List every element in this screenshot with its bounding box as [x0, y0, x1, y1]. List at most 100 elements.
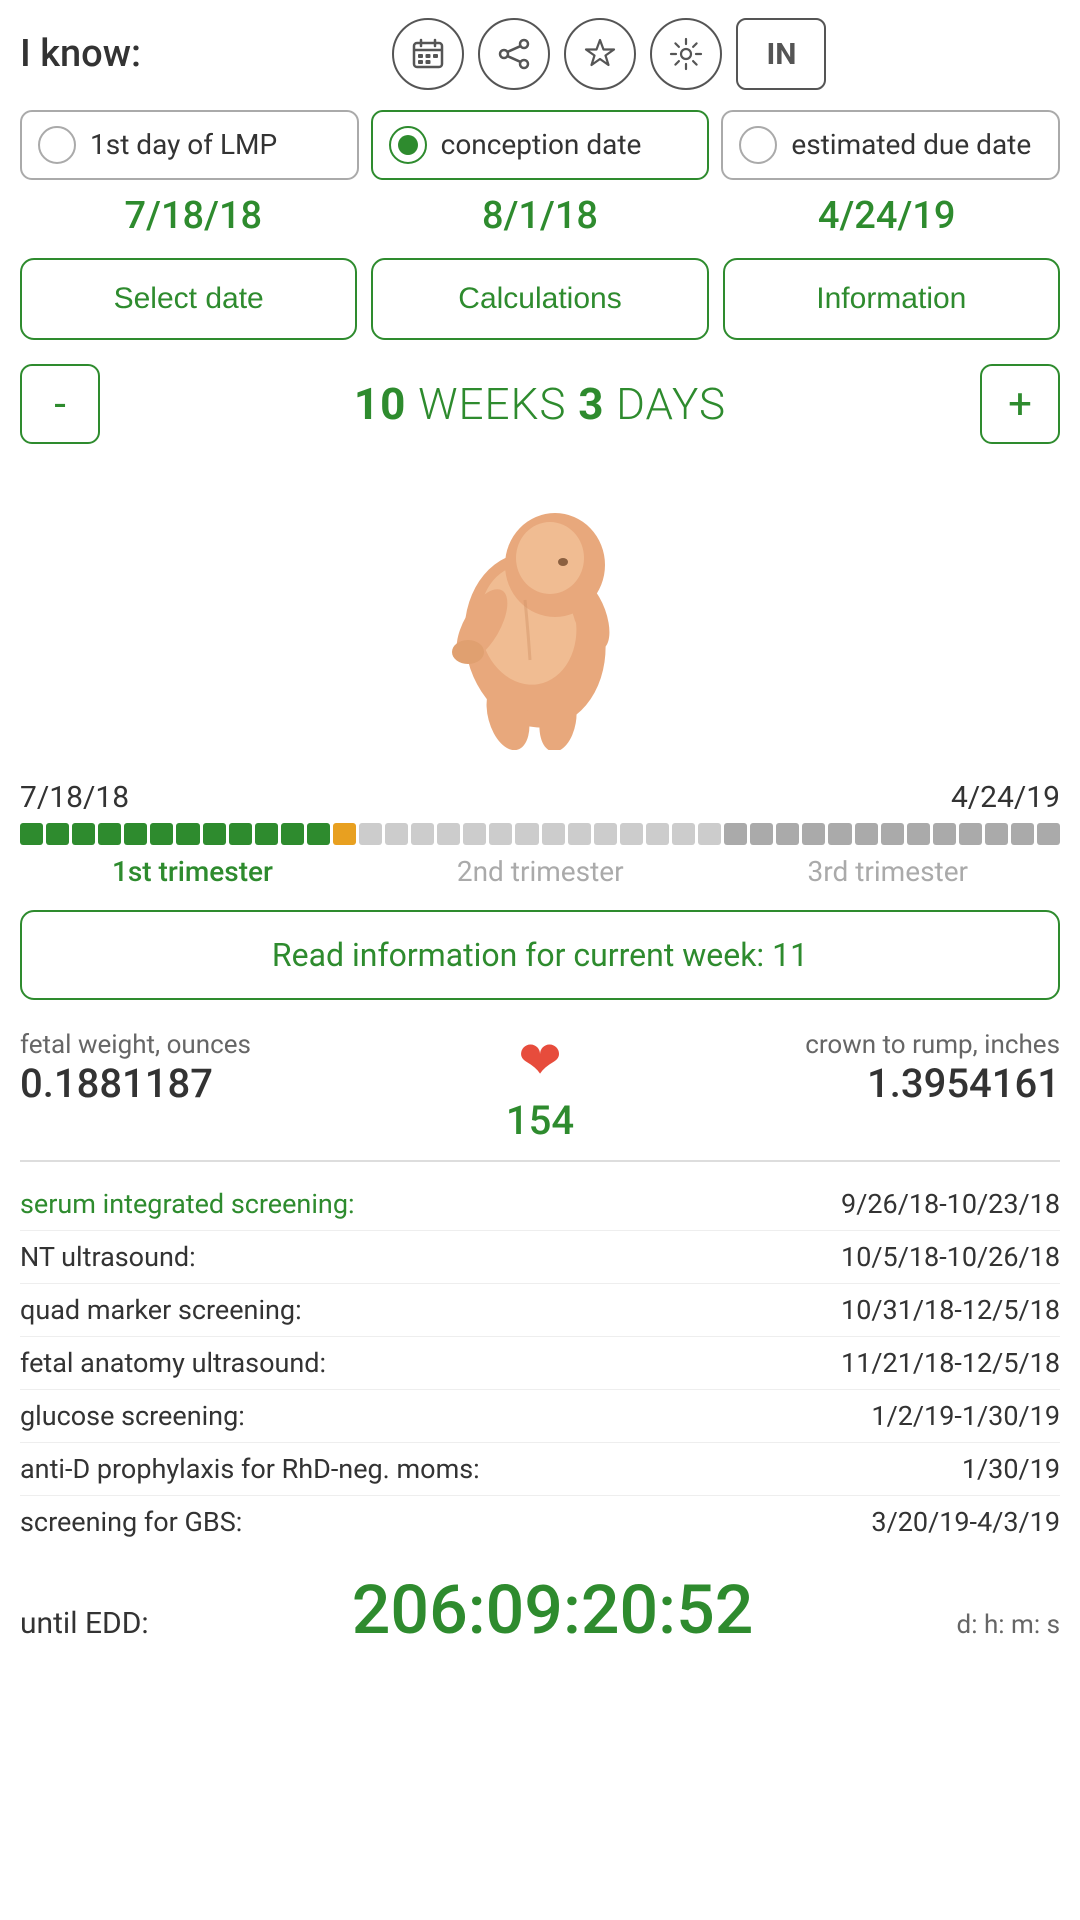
- decrease-weeks-button[interactable]: -: [20, 364, 100, 444]
- progress-segment-gray: [776, 823, 799, 845]
- screening-row: serum integrated screening:9/26/18-10/23…: [20, 1178, 1060, 1231]
- progress-segment-green: [203, 823, 226, 845]
- until-edd-label: until EDD:: [20, 1606, 149, 1641]
- conception-radio-label: conception date: [441, 128, 642, 162]
- due-date-radio[interactable]: estimated due date: [721, 110, 1060, 180]
- screening-label: anti-D prophylaxis for RhD-neg. moms:: [20, 1453, 480, 1485]
- calendar-icon-button[interactable]: [392, 18, 464, 90]
- screening-row: glucose screening: 1/2/19-1/30/19: [20, 1390, 1060, 1443]
- progress-segment-gray: [933, 823, 956, 845]
- due-date-radio-label: estimated due date: [791, 128, 1031, 162]
- screening-row: NT ultrasound: 10/5/18-10/26/18: [20, 1231, 1060, 1284]
- settings-icon-button[interactable]: [650, 18, 722, 90]
- edd-countdown: 206:09:20:52: [169, 1570, 937, 1650]
- progress-segment-gray-light: [594, 823, 617, 845]
- screening-label: quad marker screening:: [20, 1294, 302, 1326]
- until-edd-section: until EDD: 206:09:20:52 d: h: m: s: [0, 1554, 1080, 1660]
- stats-row: fetal weight, ounces 0.1881187 ❤ 154 cro…: [0, 1016, 1080, 1150]
- screening-label: screening for GBS:: [20, 1506, 242, 1538]
- progress-segment-gray-light: [437, 823, 460, 845]
- weeks-bar: - 10 WEEKS 3 DAYS +: [0, 348, 1080, 460]
- calculations-button[interactable]: Calculations: [371, 258, 708, 340]
- timeline-end-date: 4/24/19: [951, 780, 1060, 815]
- screening-row: fetal anatomy ultrasound: 11/21/18-12/5/1…: [20, 1337, 1060, 1390]
- star-icon-button[interactable]: [564, 18, 636, 90]
- progress-segment-gray-light: [515, 823, 538, 845]
- days-label: DAYS: [616, 378, 726, 430]
- progress-bar: [20, 823, 1060, 845]
- screening-date: 10/5/18-10/26/18: [841, 1241, 1060, 1273]
- progress-segment-gray: [855, 823, 878, 845]
- screening-date: 10/31/18-12/5/18: [841, 1294, 1060, 1326]
- progress-segment-gray-light: [489, 823, 512, 845]
- progress-segment-gray: [750, 823, 773, 845]
- progress-segment-gray: [802, 823, 825, 845]
- screening-label: glucose screening:: [20, 1400, 245, 1432]
- weeks-label: WEEKS: [418, 378, 566, 430]
- date-type-selector: 1st day of LMP conception date estimated…: [0, 100, 1080, 190]
- trimester-timeline: 7/18/18 4/24/19 1st trimester 2nd trimes…: [0, 770, 1080, 894]
- heart-rate-value: 154: [506, 1097, 574, 1144]
- top-bar: I know:: [0, 0, 1080, 100]
- progress-segment-green: [307, 823, 330, 845]
- progress-segment-gray-light: [542, 823, 565, 845]
- progress-segment-gray-light: [568, 823, 591, 845]
- crown-rump-label: crown to rump, inches: [610, 1030, 1060, 1060]
- lmp-radio[interactable]: 1st day of LMP: [20, 110, 359, 180]
- progress-segment-green: [20, 823, 43, 845]
- in-language-button[interactable]: IN: [736, 18, 826, 90]
- days-number: 3: [578, 378, 604, 430]
- information-button[interactable]: Information: [723, 258, 1060, 340]
- timeline-dates: 7/18/18 4/24/19: [20, 780, 1060, 815]
- conception-date: 8/1/18: [367, 194, 714, 238]
- share-icon-button[interactable]: [478, 18, 550, 90]
- screening-row: screening for GBS:3/20/19-4/3/19: [20, 1496, 1060, 1548]
- progress-segment-gray: [1011, 823, 1034, 845]
- weeks-number: 10: [354, 378, 407, 430]
- conception-radio-circle: [389, 126, 427, 164]
- third-trimester-label: 3rd trimester: [808, 855, 969, 888]
- screening-label: fetal anatomy ultrasound:: [20, 1347, 326, 1379]
- progress-segment-green: [72, 823, 95, 845]
- fetal-weight-value: 0.1881187: [20, 1060, 470, 1107]
- timeline-start-date: 7/18/18: [20, 780, 129, 815]
- progress-segment-gray: [907, 823, 930, 845]
- progress-segment-gray-light: [359, 823, 382, 845]
- weeks-display: 10 WEEKS 3 DAYS: [114, 378, 966, 430]
- conception-radio[interactable]: conception date: [371, 110, 710, 180]
- dhms-label: d: h: m: s: [957, 1607, 1060, 1643]
- trimester-labels: 1st trimester 2nd trimester 3rd trimeste…: [20, 855, 1060, 888]
- heart-icon: ❤: [518, 1030, 562, 1091]
- action-buttons: Select date Calculations Information: [0, 250, 1080, 348]
- screening-label: serum integrated screening:: [20, 1188, 355, 1220]
- screening-date: 1/30/19: [962, 1453, 1060, 1485]
- conception-radio-dot: [398, 135, 418, 155]
- select-date-button[interactable]: Select date: [20, 258, 357, 340]
- progress-segment-gray-light: [385, 823, 408, 845]
- progress-segment-gray: [828, 823, 851, 845]
- lmp-radio-label: 1st day of LMP: [90, 128, 277, 162]
- screening-date: 1/2/19-1/30/19: [871, 1400, 1060, 1432]
- divider: [20, 1160, 1060, 1162]
- progress-segment-green: [98, 823, 121, 845]
- progress-segment-green: [176, 823, 199, 845]
- fetus-image-container: [0, 460, 1080, 770]
- screening-label: NT ultrasound:: [20, 1241, 196, 1273]
- crown-rump-value: 1.3954161: [610, 1060, 1060, 1107]
- progress-segment-green: [229, 823, 252, 845]
- fetal-weight-stat: fetal weight, ounces 0.1881187: [20, 1030, 470, 1107]
- read-info-button[interactable]: Read information for current week: 11: [20, 910, 1060, 1000]
- progress-segment-gray: [985, 823, 1008, 845]
- fetal-weight-label: fetal weight, ounces: [20, 1030, 470, 1060]
- second-trimester-label: 2nd trimester: [457, 855, 624, 888]
- i-know-label: I know:: [20, 32, 141, 76]
- increase-weeks-button[interactable]: +: [980, 364, 1060, 444]
- heart-stat: ❤ 154: [480, 1030, 600, 1144]
- progress-segment-green: [46, 823, 69, 845]
- fetus-illustration: [380, 470, 700, 750]
- progress-segment-gray-light: [698, 823, 721, 845]
- progress-segment-gray: [724, 823, 747, 845]
- screening-row: anti-D prophylaxis for RhD-neg. moms: 1/3…: [20, 1443, 1060, 1496]
- screening-row: quad marker screening: 10/31/18-12/5/18: [20, 1284, 1060, 1337]
- screening-date: 11/21/18-12/5/18: [841, 1347, 1060, 1379]
